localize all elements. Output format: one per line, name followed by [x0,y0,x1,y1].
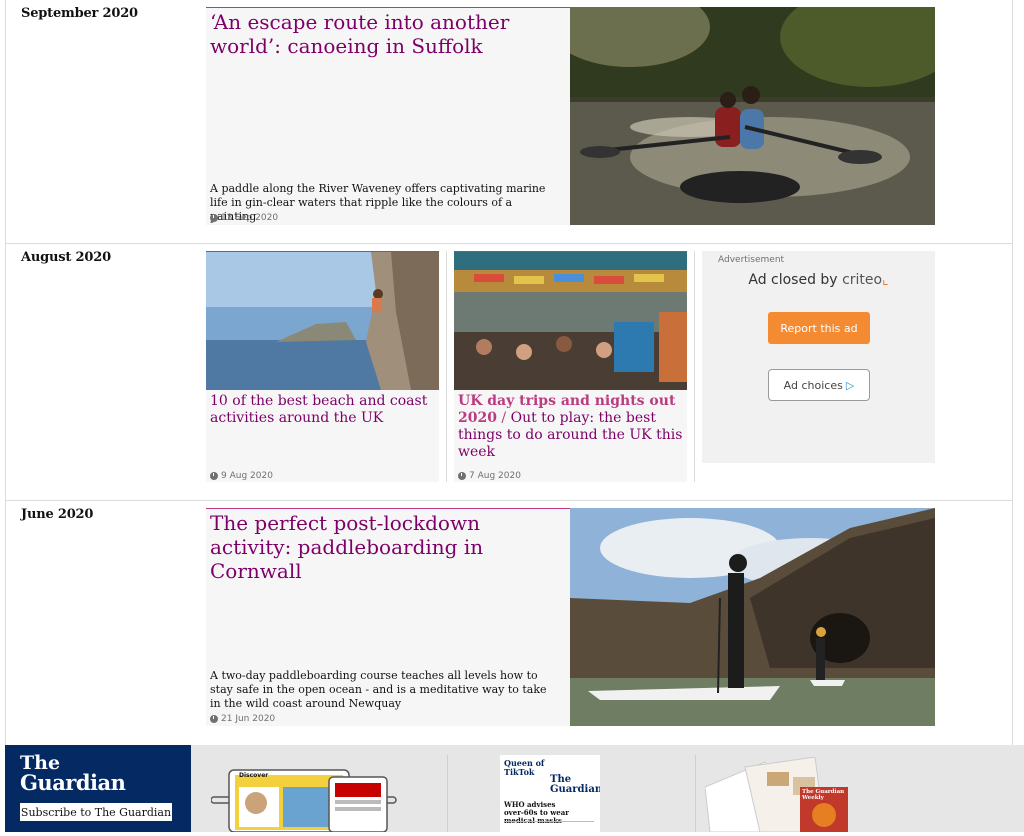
article-image-climber[interactable] [206,252,439,390]
month-heading: June 2020 [21,507,94,522]
report-ad-button[interactable]: Report this ad [768,312,870,344]
column-divider [694,251,695,482]
article-timestamp: 9 Aug 2020 [210,471,273,481]
subscription-promo-bar: The Guardian Subscribe to The Guardian D… [5,745,1024,833]
clock-icon [210,715,218,723]
promo-weekly[interactable]: The Guardian Weekly [704,756,850,833]
promo-divider [695,755,696,832]
article-card-paddleboarding[interactable]: The perfect post-lockdown activity: padd… [206,508,935,726]
month-heading: September 2020 [21,6,138,21]
newspaper-rule [504,821,594,822]
criteo-mark-icon: ⌞ [882,272,889,288]
clock-icon [210,214,218,222]
guardian-brand-panel: The Guardian Subscribe to The Guardian [5,745,191,832]
newspaper-masthead: The Guardian [550,774,600,795]
article-date: 21 Jun 2020 [221,714,276,724]
ad-closed-text: Ad closed by [748,272,838,288]
climber-photo [206,252,439,390]
article-headline[interactable]: 10 of the best beach and coast activitie… [210,393,430,427]
column-divider [446,251,447,482]
ad-label: Advertisement [718,255,785,265]
ad-choices-button[interactable]: Ad choices ▷ [768,369,870,401]
article-timestamp: 7 Aug 2020 [458,471,521,481]
article-card-canoeing[interactable]: ‘An escape route into another world’: ca… [206,7,935,225]
section-divider [5,500,1013,501]
adchoices-icon: ▷ [845,378,855,392]
article-date: 13 Sep 2020 [221,213,279,223]
article-card-day-trips[interactable]: UK day trips and nights out 2020 / Out t… [454,251,687,482]
month-heading: August 2020 [21,250,111,265]
canoe-photo [570,7,935,225]
promo-newspaper[interactable]: Queen of TikTok The Guardian WHO advises… [500,755,600,832]
article-standfirst: A two-day paddleboarding course teaches … [210,669,547,710]
ad-closed-message: Ad closed by criteo⌞ [702,272,935,288]
article-image-canoe[interactable] [570,7,935,225]
promo-digital[interactable]: Discover [210,767,401,833]
page: September 2020 ‘An escape route into ano… [0,0,1024,833]
article-date: 7 Aug 2020 [469,471,521,481]
article-timestamp: 21 Jun 2020 [210,714,275,724]
clock-icon [210,472,218,480]
advertisement-slot: Advertisement Ad closed by criteo⌞ Repor… [702,251,935,463]
section-divider [5,243,1013,244]
promo-digital-label: Discover [239,772,269,779]
article-headline[interactable]: UK day trips and nights out 2020 / Out t… [458,393,683,461]
criteo-logo: criteo [842,272,883,288]
paddleboard-photo [570,508,935,726]
article-timestamp: 13 Sep 2020 [210,213,278,223]
left-border [5,0,6,745]
logo-guardian: Guardian [20,770,126,795]
dining-photo [454,252,687,390]
article-image-paddleboard[interactable] [570,508,935,726]
clock-icon [458,472,466,480]
article-date: 9 Aug 2020 [221,471,273,481]
kicker-separator: / [496,410,511,426]
right-border [1012,0,1013,745]
article-image-outdoor-dining[interactable] [454,252,687,390]
guardian-logo[interactable]: The Guardian [20,753,126,795]
ad-choices-label: Ad choices [783,378,843,392]
article-headline[interactable]: ‘An escape route into another world’: ca… [210,10,550,58]
article-card-beach-activities[interactable]: 10 of the best beach and coast activitie… [206,251,439,482]
subscribe-button[interactable]: Subscribe to The Guardian [19,802,173,822]
promo-divider [447,755,448,832]
weekly-masthead: The Guardian Weekly [802,789,845,801]
article-headline[interactable]: The perfect post-lockdown activity: padd… [210,511,565,583]
newspaper-kicker: Queen of TikTok [504,758,545,777]
